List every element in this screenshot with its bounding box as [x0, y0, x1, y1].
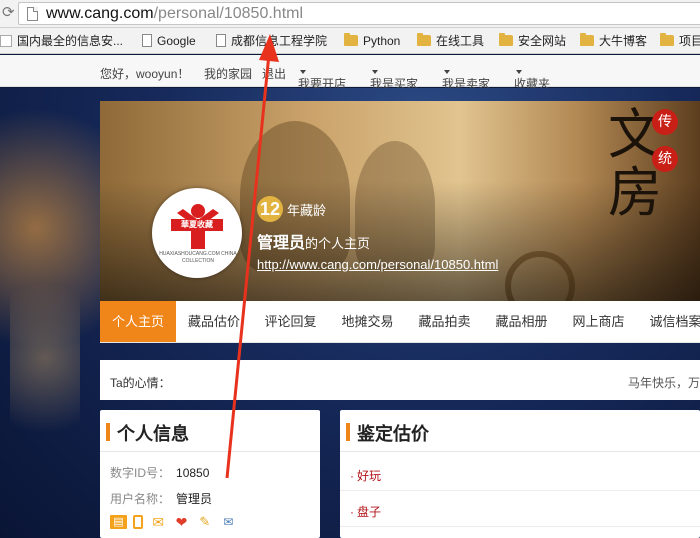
profile-nav: 个人主页 藏品估价 评论回复 地摊交易 藏品拍卖 藏品相册 网上商店 诚信档案: [100, 301, 700, 343]
panel-title: 鉴定估价: [357, 424, 429, 444]
chevron-down-icon: [444, 70, 450, 74]
bookmark-label: Python: [363, 34, 401, 48]
site-topbar: 您好，wooyun！ 我的家园 退出 我要开店 我是买家 我是卖家 收藏夹: [0, 55, 700, 91]
chevron-down-icon: [300, 70, 306, 74]
folder-icon: [417, 33, 431, 46]
accent-bar: [346, 423, 350, 441]
pencil-icon[interactable]: ✎: [196, 514, 213, 529]
mail-icon[interactable]: ✉: [150, 515, 167, 529]
username-row: 用户名称： 管理员: [110, 490, 212, 507]
greeting-text: 您好，wooyun！: [100, 67, 190, 81]
folder-icon: [344, 33, 358, 46]
seal-stamp: 统: [652, 146, 678, 172]
appraisal-item[interactable]: · 好玩: [350, 467, 381, 484]
collecting-years: 12 年藏龄: [257, 196, 326, 222]
personal-info-panel: 个人信息 数字ID号： 10850 用户名称： 管理员 ▤ ✉ ❤ ✎ ✉: [100, 410, 320, 538]
heart-icon[interactable]: ❤: [173, 515, 190, 529]
bookmark-label: 安全网站: [518, 34, 567, 48]
avatar-ring-text: HUAXIASHOUCANG.COM CHINA COLLECTION: [159, 251, 237, 264]
appraisal-item[interactable]: · 盘子: [350, 503, 381, 520]
phone-icon[interactable]: [133, 514, 144, 529]
bookmark-item[interactable]: 项目: [660, 32, 700, 50]
tab-credit[interactable]: 诚信档案: [637, 301, 700, 342]
bookmark-label: 在线工具: [436, 34, 485, 48]
accent-bar: [106, 423, 110, 441]
background-glow: [10, 248, 80, 468]
open-shop-menu[interactable]: 我要开店: [298, 65, 346, 91]
panel-title: 个人信息: [117, 424, 189, 444]
bookmark-label: 国内最全的信息安...: [17, 34, 124, 48]
years-badge: 12: [257, 196, 283, 222]
tab-stall[interactable]: 地摊交易: [329, 301, 406, 342]
logout-link[interactable]: 退出: [262, 65, 286, 82]
homepage-link[interactable]: http://www.cang.com/personal/10850.html: [257, 257, 498, 272]
browser-address-bar: ⟳ www.cang.com/personal/10850.html: [0, 0, 700, 28]
bookmark-label: 项目: [679, 34, 700, 48]
username-value: 管理员: [176, 492, 213, 506]
id-card-icon[interactable]: ▤: [110, 514, 127, 529]
mood-text: 马年快乐，万: [628, 376, 700, 390]
my-home-link[interactable]: 我的家园: [204, 65, 252, 82]
page-icon: [27, 7, 38, 21]
bullet: ·: [350, 505, 354, 519]
mood-label: Ta的心情：: [110, 376, 171, 390]
bookmarks-bar: 国内最全的信息安... Google 成都信息工程学院 Python 在线工具 …: [0, 28, 700, 54]
mood-bar: Ta的心情： 马年快乐，万: [100, 360, 700, 400]
page-icon: [142, 34, 152, 47]
calligraphy-char: 房: [608, 161, 662, 224]
reload-icon[interactable]: ⟳: [2, 5, 16, 21]
divider: [340, 490, 700, 491]
divider: [340, 526, 700, 527]
bookmark-item[interactable]: 安全网站: [499, 32, 566, 50]
seal-stamp: 传: [652, 109, 678, 135]
panel-header: 鉴定估价: [340, 410, 700, 452]
page-icon: [216, 34, 226, 47]
folder-icon: [499, 33, 513, 46]
id-row: 数字ID号： 10850: [110, 464, 209, 481]
years-label: 年藏龄: [287, 202, 327, 218]
appraisal-item-label: 盘子: [357, 505, 382, 519]
bullet: ·: [350, 469, 354, 483]
verification-badges: ▤ ✉ ❤ ✎ ✉: [110, 514, 240, 530]
appraisal-panel: 鉴定估价 · 好玩 · 盘子: [340, 410, 700, 538]
tab-appraise[interactable]: 藏品估价: [176, 301, 252, 342]
favorites-menu[interactable]: 收藏夹: [514, 65, 550, 91]
buyer-menu[interactable]: 我是买家: [370, 65, 418, 91]
avatar[interactable]: 華夏收藏 HUAXIASHOUCANG.COM CHINA COLLECTION: [152, 188, 242, 278]
seller-menu[interactable]: 我是卖家: [442, 65, 490, 91]
bookmark-label: 大牛博客: [599, 34, 648, 48]
chevron-down-icon: [516, 70, 522, 74]
id-label: 数字ID号：: [110, 466, 171, 480]
bookmark-item[interactable]: 成都信息工程学院: [216, 32, 327, 50]
appraisal-item-label: 好玩: [357, 469, 382, 483]
folder-icon: [660, 33, 674, 46]
folder-icon: [580, 33, 594, 46]
bookmark-label: 成都信息工程学院: [231, 34, 328, 48]
bookmark-item[interactable]: 国内最全的信息安...: [0, 32, 123, 50]
id-value: 10850: [176, 466, 210, 480]
tab-auction[interactable]: 藏品拍卖: [406, 301, 483, 342]
tab-album[interactable]: 藏品相册: [483, 301, 560, 342]
username-label: 用户名称：: [110, 492, 171, 506]
tab-comments[interactable]: 评论回复: [252, 301, 329, 342]
tab-home[interactable]: 个人主页: [100, 301, 176, 342]
bookmark-item[interactable]: 大牛博客: [580, 32, 647, 50]
bookmark-item[interactable]: Google: [142, 32, 196, 50]
bookmark-item[interactable]: 在线工具: [417, 32, 484, 50]
owner-name: 管理员: [257, 235, 306, 252]
tab-shop[interactable]: 网上商店: [560, 301, 637, 342]
url-text[interactable]: www.cang.com/personal/10850.html: [46, 4, 303, 24]
owner-suffix: 的个人主页: [305, 236, 371, 251]
panel-header: 个人信息: [100, 410, 320, 452]
certificate-icon[interactable]: ✉: [220, 515, 237, 529]
url-host: www.cang.com: [46, 5, 154, 22]
url-field[interactable]: www.cang.com/personal/10850.html: [18, 2, 700, 25]
owner-heading: 管理员的个人主页: [257, 229, 370, 253]
bookmark-item[interactable]: Python: [344, 32, 400, 50]
page-icon: [0, 35, 12, 47]
bookmark-label: Google: [157, 34, 196, 48]
chevron-down-icon: [372, 70, 378, 74]
url-path: /personal/10850.html: [153, 5, 304, 22]
avatar-text: 華夏收藏: [171, 219, 223, 231]
